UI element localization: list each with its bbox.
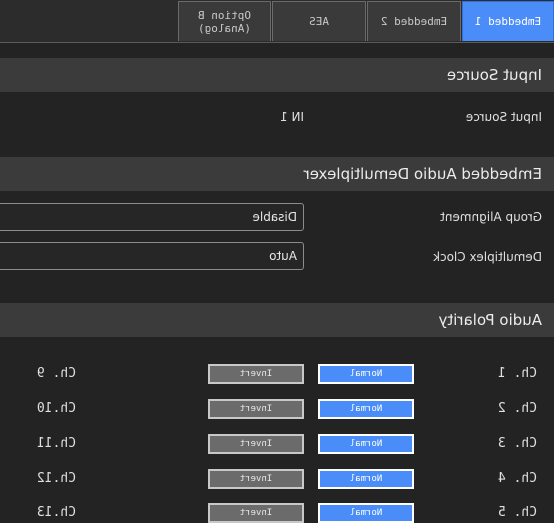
channel-label: Ch. 2: [497, 401, 537, 416]
channel-label: Ch. 4: [497, 471, 537, 486]
group-alignment-value: Disable: [252, 210, 297, 224]
channel-label: Ch.13: [36, 505, 76, 520]
polarity-title: Audio Polarity: [438, 311, 542, 329]
invert-button[interactable]: Invert: [208, 364, 304, 384]
normal-button[interactable]: Normal: [318, 434, 414, 454]
mirrored-panel: Embedded 1 Embedded 2 AES Option B (Anal…: [0, 0, 554, 523]
channel-label: Ch.10: [36, 401, 76, 416]
tab-bar: Embedded 1 Embedded 2 AES Option B (Anal…: [0, 0, 554, 43]
channel-label: Ch. 5: [497, 505, 537, 520]
normal-button[interactable]: Normal: [318, 364, 414, 384]
tab-embedded-1[interactable]: Embedded 1: [462, 1, 554, 41]
channel-label: Ch.11: [36, 436, 76, 451]
tab-option-b-analog[interactable]: Option B (Analog): [178, 1, 271, 41]
normal-button[interactable]: Normal: [318, 469, 414, 489]
demux-clock-label: Demultiplex Clock: [433, 250, 542, 264]
invert-button[interactable]: Invert: [208, 434, 304, 454]
normal-button[interactable]: Normal: [318, 399, 414, 419]
polarity-header: Audio Polarity: [0, 303, 554, 337]
channel-label: Ch. 1: [497, 366, 537, 381]
invert-button[interactable]: Invert: [208, 503, 304, 523]
channel-label: Ch.12: [36, 471, 76, 486]
channel-label: Ch. 3: [497, 436, 537, 451]
tab-embedded-2[interactable]: Embedded 2: [367, 1, 461, 41]
invert-button[interactable]: Invert: [208, 469, 304, 489]
normal-button[interactable]: Normal: [318, 503, 414, 523]
input-source-title: Input Source: [446, 66, 542, 84]
demux-title: Embedded Audio Demultiplexer: [303, 165, 542, 183]
input-source-header: Input Source: [0, 58, 554, 92]
channel-label: Ch. 9: [36, 366, 76, 381]
tab-aes[interactable]: AES: [272, 1, 366, 41]
demux-clock-value: Auto: [269, 249, 297, 263]
invert-button[interactable]: Invert: [208, 399, 304, 419]
demux-clock-select[interactable]: Auto: [0, 242, 304, 270]
demux-header: Embedded Audio Demultiplexer: [0, 157, 554, 191]
input-source-label: Input Source: [465, 110, 542, 124]
group-alignment-label: Group Alignment: [440, 210, 542, 224]
input-source-value: IN 1: [280, 110, 304, 124]
group-alignment-select[interactable]: Disable: [0, 203, 304, 231]
